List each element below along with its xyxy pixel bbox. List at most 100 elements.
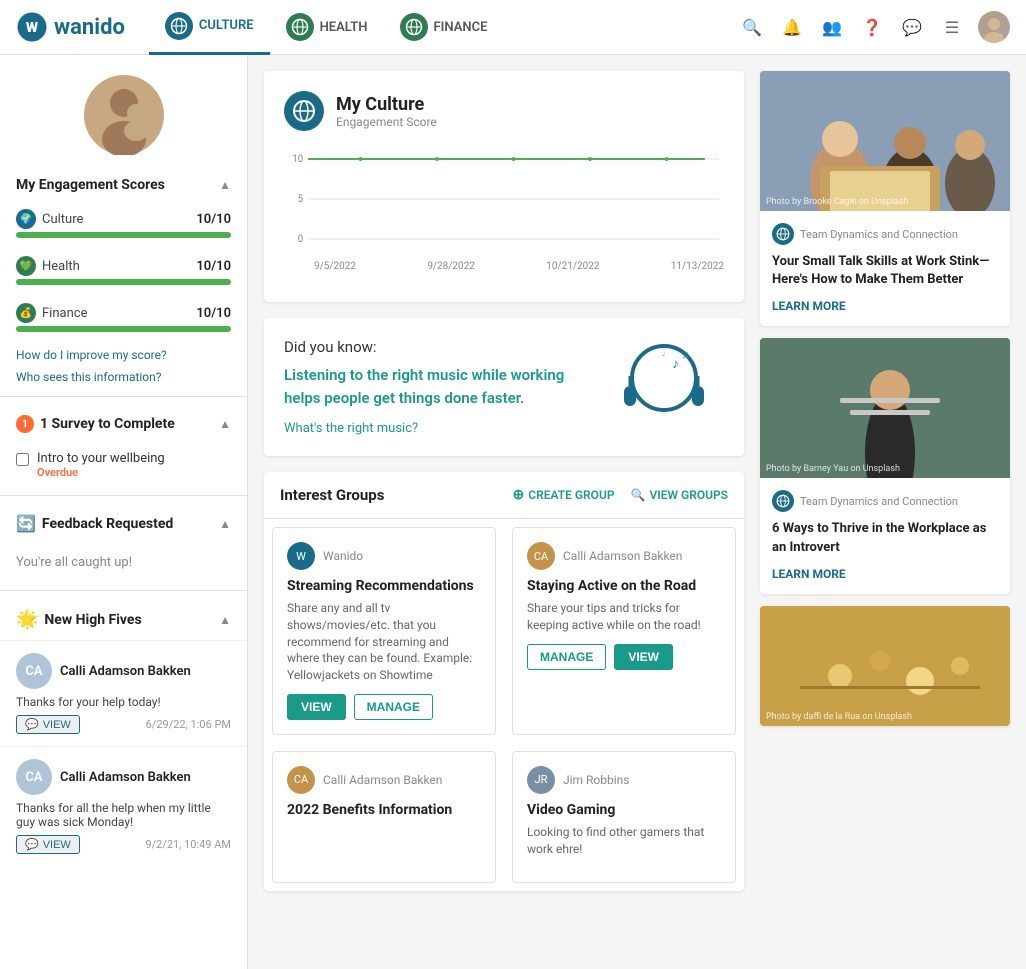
finance-score-value: 10/10 [196,306,231,321]
divider-2 [0,495,247,496]
didyouknow-link[interactable]: What's the right music? [284,421,584,436]
headphones-image: ♪ ♫ ♩ [604,340,724,434]
bell-icon[interactable]: 🔔 [778,13,806,41]
main-layout: My Engagement Scores ▲ 🌍 Culture 10/10 💚… [0,55,1026,969]
nav-right-icons: 🔍 🔔 👥 ❓ 💬 ☰ [738,11,1010,43]
culture-score-fill [16,232,231,238]
search-icon[interactable]: 🔍 [738,13,766,41]
groups-title: Interest Groups [280,486,512,504]
survey-item-label: Intro to your wellbeing [37,451,165,466]
group-title-1: Staying Active on the Road [527,578,721,594]
group-owner-2: Calli Adamson Bakken [323,773,442,787]
health-label: HEALTH [320,20,368,35]
survey-title: 1 Survey to Complete [40,416,175,432]
engagement-scores-header[interactable]: My Engagement Scores ▲ [0,167,247,203]
message-icon[interactable]: 💬 [898,13,926,41]
group-view-btn-1[interactable]: VIEW [614,644,673,670]
feedback-caught-text: You're all caught up! [0,543,247,582]
highfive-date-1: 9/2/21, 10:49 AM [145,838,231,851]
highfives-section-header[interactable]: 🌟 New High Fives ▲ [0,599,247,640]
article-img-0: Photo by Brooke Cagle on Unsplash [760,71,1010,211]
article-img-caption-2: Photo by daffi de la Rua on Unsplash [766,712,912,722]
improve-score-link[interactable]: How do I improve my score? [0,344,247,366]
logo-text: wanido [54,15,125,40]
group-owner-0: Wanido [323,549,363,563]
score-health: 💚 Health 10/10 [0,250,247,297]
groups-grid: W Wanido Streaming Recommendations Share… [264,519,744,891]
svg-text:♫: ♫ [682,350,690,361]
article-tag-icon-1 [772,490,794,512]
group-title-3: Video Gaming [527,802,721,818]
highfive-view-btn-1[interactable]: 💬 VIEW [16,835,80,854]
article-tag-icon-0 [772,223,794,245]
article-content-0: Team Dynamics and Connection Your Small … [760,211,1010,326]
article-learn-more-0[interactable]: LEARN MORE [772,299,846,313]
finance-score-label: Finance [42,306,87,321]
nav-item-health[interactable]: HEALTH [270,0,384,55]
highfives-chevron-icon: ▲ [219,613,231,627]
highfive-avatar-1: CA [16,759,52,795]
chart-svg: 10 5 0 [284,147,724,257]
center-panel: My Culture Engagement Score 10 5 0 [264,71,744,953]
chat-icon: 💬 [25,718,39,731]
people-icon[interactable]: 👥 [818,13,846,41]
group-manage-btn-1[interactable]: MANAGE [527,644,606,670]
nav-item-finance[interactable]: FINANCE [384,0,504,55]
group-avatar-3: JR [527,766,555,794]
highfives-title: New High Fives [44,612,141,628]
profile-avatar-image [84,75,164,155]
article-title-1: 6 Ways to Thrive in the Workplace as an … [772,520,998,556]
create-group-btn[interactable]: ⊕ CREATE GROUP [512,487,614,503]
group-btns-0: VIEW MANAGE [287,694,481,720]
view-groups-btn[interactable]: 🔍 VIEW GROUPS [631,488,728,502]
group-manage-btn-0[interactable]: MANAGE [354,694,433,720]
finance-score-fill [16,326,231,332]
nav-item-culture[interactable]: CULTURE [149,0,270,55]
app-logo[interactable]: W wanido [16,11,125,43]
feedback-icon: 🔄 [16,514,36,533]
survey-checkbox[interactable] [16,453,29,466]
help-icon[interactable]: ❓ [858,13,886,41]
health-score-fill [16,279,231,285]
group-title-2: 2022 Benefits Information [287,802,481,818]
highfive-item-1: CA Calli Adamson Bakken Thanks for all t… [0,746,247,866]
article-img-2: Photo by daffi de la Rua on Unsplash [760,606,1010,726]
headphones-svg: ♪ ♫ ♩ [604,340,724,430]
article-learn-more-1[interactable]: LEARN MORE [772,567,846,581]
article-tag-0: Team Dynamics and Connection [800,228,958,241]
article-img-1: Photo by Barney Yau on Unsplash [760,338,1010,478]
article-img-caption-1: Photo by Barney Yau on Unsplash [766,464,900,474]
user-avatar[interactable] [978,11,1010,43]
group-owner-3: Jim Robbins [563,773,630,787]
group-avatar-0: W [287,542,315,570]
group-item-3: JR Jim Robbins Video Gaming Looking to f… [512,751,736,883]
article-card-2: Photo by daffi de la Rua on Unsplash [760,606,1010,726]
group-item-2: CA Calli Adamson Bakken 2022 Benefits In… [272,751,496,883]
culture-card-title: My Culture [336,94,437,115]
health-score-bar [16,279,231,285]
wanido-logo-icon: W [16,11,48,43]
plus-icon: ⊕ [512,487,524,503]
article-img-caption-0: Photo by Brooke Cagle on Unsplash [766,197,908,207]
culture-label: CULTURE [199,18,254,33]
survey-section-header[interactable]: 1 1 Survey to Complete ▲ [0,405,247,443]
svg-text:0: 0 [298,234,303,245]
survey-overdue-label: Overdue [37,466,165,479]
menu-icon[interactable]: ☰ [938,13,966,41]
group-view-btn-0[interactable]: VIEW [287,694,346,720]
feedback-section-header[interactable]: 🔄 Feedback Requested ▲ [0,504,247,543]
who-sees-link[interactable]: Who sees this information? [0,366,247,388]
survey-item-wellbeing: Intro to your wellbeing Overdue [0,443,247,487]
culture-score-label: Culture [42,212,83,227]
article-card-0: Photo by Brooke Cagle on Unsplash Team D… [760,71,1010,326]
article-content-1: Team Dynamics and Connection 6 Ways to T… [760,478,1010,593]
chart-label-3: 11/13/2022 [671,261,724,272]
highfive-view-btn-0[interactable]: 💬 VIEW [16,715,80,734]
finance-label: FINANCE [434,20,488,35]
finance-nav-icon [400,13,428,41]
highfive-date-0: 6/29/22, 1:06 PM [146,718,231,731]
group-item-0: W Wanido Streaming Recommendations Share… [272,527,496,735]
finance-score-bar [16,326,231,332]
engagement-chart: 10 5 0 [284,147,724,282]
article-title-0: Your Small Talk Skills at Work Stink—Her… [772,253,998,289]
